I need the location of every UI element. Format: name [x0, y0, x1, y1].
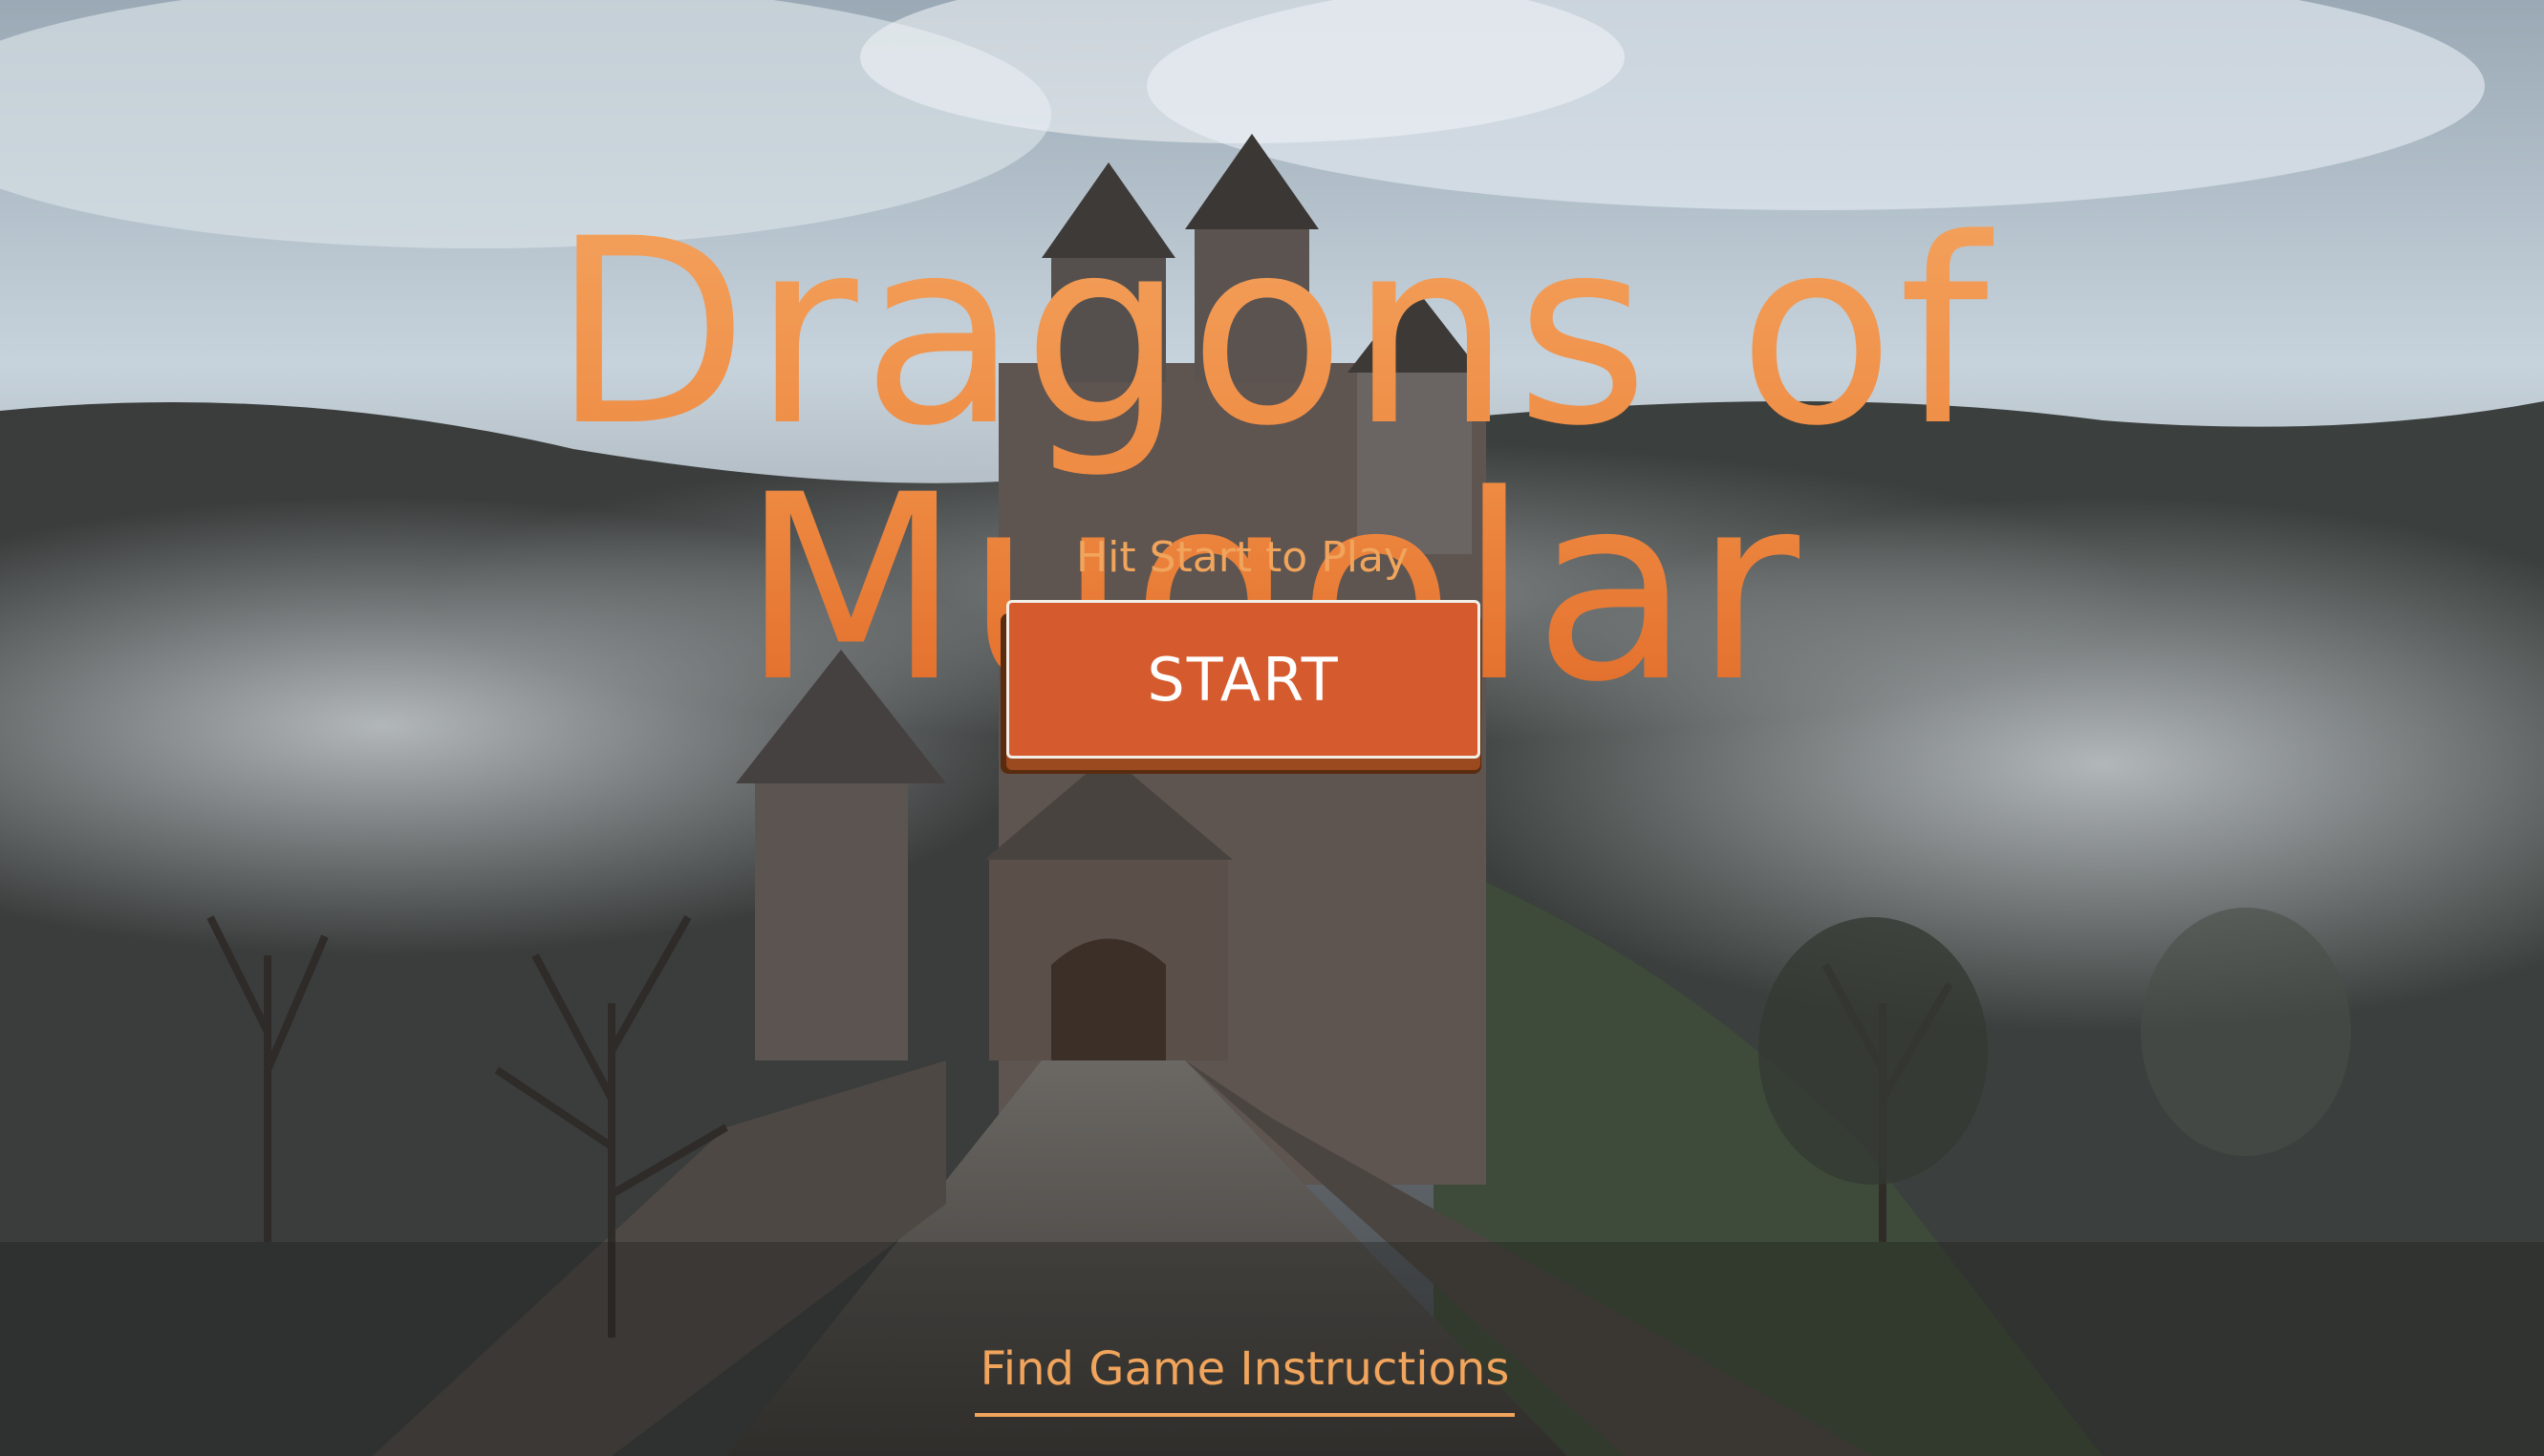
start-button-container: START — [999, 600, 1486, 780]
game-instructions-link[interactable]: Find Game Instructions — [975, 1342, 1515, 1417]
start-button[interactable]: START — [1006, 600, 1480, 759]
start-prompt: Hit Start to Play — [1076, 533, 1409, 582]
